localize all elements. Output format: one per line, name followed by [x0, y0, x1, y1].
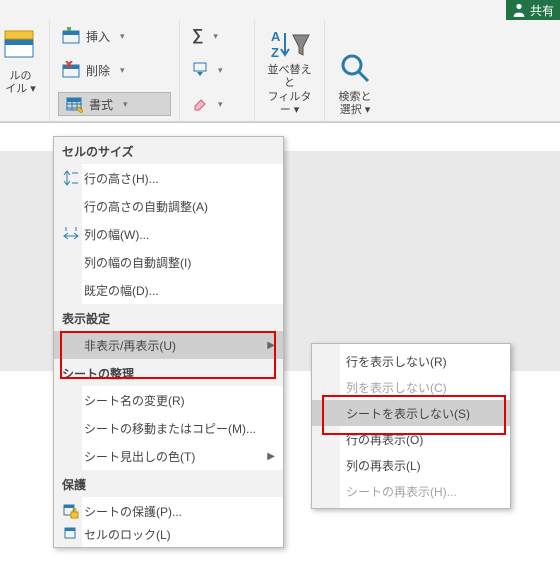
cell-styles-icon[interactable] — [0, 24, 41, 70]
menu-item-label: シートの保護(P)... — [82, 503, 275, 520]
menu-item-default-width[interactable]: 既定の幅(D)... — [54, 276, 283, 304]
submenu-item-unhide-cols[interactable]: 列の再表示(L) — [312, 452, 510, 478]
submenu-arrow-icon: ▶ — [267, 451, 275, 462]
menu-item-label: シートの移動またはコピー(M)... — [82, 420, 275, 437]
menu-item-label: シート名の変更(R) — [82, 392, 275, 409]
menu-item-rename-sheet[interactable]: シート名の変更(R) — [54, 386, 283, 414]
menu-item-label: 列の幅(W)... — [82, 226, 275, 243]
menu-item-row-height[interactable]: 行の高さ(H)... — [54, 164, 283, 192]
menu-item-tab-color[interactable]: シート見出しの色(T) ▶ — [54, 442, 283, 470]
lock-icon — [60, 526, 82, 542]
submenu-item-unhide-rows[interactable]: 行の再表示(O) — [312, 426, 510, 452]
menu-item-label: セルのロック(L) — [82, 526, 275, 543]
menu-item-col-autofit[interactable]: 列の幅の自動調整(I) — [54, 248, 283, 276]
ribbon-group-sort-filter[interactable]: AZ 並べ替えと フィルター ▾ — [255, 20, 325, 121]
menu-section-organize: シートの整理 — [54, 359, 283, 386]
menu-item-label: 列の幅の自動調整(I) — [82, 254, 275, 271]
row-height-icon — [60, 170, 82, 186]
svg-text:A: A — [271, 29, 281, 44]
delete-icon — [62, 61, 80, 79]
share-icon — [512, 3, 526, 17]
submenu-arrow-icon: ▶ — [267, 340, 275, 351]
submenu-item-hide-cols: 列を表示しない(C) — [312, 374, 510, 400]
delete-label: 削除 — [86, 62, 110, 79]
chevron-down-icon: ▾ — [120, 31, 125, 42]
protect-sheet-icon — [60, 503, 82, 519]
chevron-down-icon: ▾ — [123, 99, 128, 110]
sort-filter-icon: AZ — [269, 24, 311, 64]
ribbon-group-editing: ∑▾ ▾ ▾ — [180, 20, 255, 121]
menu-item-move-copy-sheet[interactable]: シートの移動またはコピー(M)... — [54, 414, 283, 442]
fill-button[interactable]: ▾ — [188, 58, 246, 82]
menu-item-label: 非表示/再表示(U) — [82, 337, 267, 354]
chevron-down-icon: ▾ — [218, 99, 223, 110]
submenu-item-label: シートを表示しない(S) — [346, 405, 470, 422]
submenu-item-hide-rows[interactable]: 行を表示しない(R) — [312, 348, 510, 374]
menu-section-protection: 保護 — [54, 470, 283, 497]
chevron-down-icon: ▾ — [213, 31, 218, 42]
menu-section-visibility: 表示設定 — [54, 304, 283, 331]
clear-button[interactable]: ▾ — [188, 92, 246, 116]
share-label: 共有 — [530, 2, 554, 19]
menu-item-protect-sheet[interactable]: シートの保護(P)... — [54, 497, 283, 525]
format-dropdown-menu: セルのサイズ 行の高さ(H)... 行の高さの自動調整(A) 列の幅(W)...… — [53, 136, 284, 548]
find-select-label: 検索と 選択 ▾ — [339, 91, 372, 117]
chevron-down-icon: ▾ — [120, 65, 125, 76]
col-width-icon — [60, 226, 82, 242]
menu-item-row-autofit[interactable]: 行の高さの自動調整(A) — [54, 192, 283, 220]
submenu-item-label: 行を表示しない(R) — [346, 353, 447, 370]
format-button[interactable]: 書式 ▾ — [58, 92, 171, 116]
submenu-item-label: 列を表示しない(C) — [346, 379, 447, 396]
insert-icon — [62, 27, 80, 45]
ribbon-group-styles: ルの イル ▾ — [0, 20, 50, 121]
format-icon — [65, 95, 83, 113]
svg-text:Z: Z — [271, 45, 279, 60]
submenu-item-label: シートの再表示(H)... — [346, 483, 457, 500]
submenu-item-unhide-sheet: シートの再表示(H)... — [312, 478, 510, 504]
format-label: 書式 — [89, 96, 113, 113]
menu-item-label: 行の高さ(H)... — [82, 170, 275, 187]
menu-item-col-width[interactable]: 列の幅(W)... — [54, 220, 283, 248]
fill-down-icon — [192, 62, 208, 78]
insert-button[interactable]: 挿入 ▾ — [58, 24, 171, 48]
eraser-icon — [192, 96, 208, 112]
chevron-down-icon: ▾ — [218, 65, 223, 76]
find-select-icon — [338, 45, 372, 91]
submenu-item-label: 行の再表示(O) — [346, 431, 423, 448]
title-bar-share[interactable]: 共有 — [506, 0, 560, 20]
submenu-item-label: 列の再表示(L) — [346, 457, 421, 474]
cell-styles-label: ルの イル ▾ — [0, 70, 41, 96]
submenu-item-hide-sheet[interactable]: シートを表示しない(S) — [312, 400, 510, 426]
sort-filter-label: 並べ替えと フィルター ▾ — [263, 64, 316, 117]
ribbon-group-cells: 挿入 ▾ 削除 ▾ 書式 ▾ — [50, 20, 180, 121]
menu-item-label: シート見出しの色(T) — [82, 448, 267, 465]
delete-button[interactable]: 削除 ▾ — [58, 58, 171, 82]
ribbon: ルの イル ▾ 挿入▾ 削除▾ 書式▾ ∑▾ ▾ — [0, 20, 560, 122]
menu-item-lock-cell[interactable]: セルのロック(L) — [54, 525, 283, 543]
sigma-icon: ∑ — [192, 27, 203, 45]
menu-item-hide-unhide[interactable]: 非表示/再表示(U) ▶ — [54, 331, 283, 359]
menu-item-label: 行の高さの自動調整(A) — [82, 198, 275, 215]
insert-label: 挿入 — [86, 28, 110, 45]
menu-section-cell-size: セルのサイズ — [54, 137, 283, 164]
menu-item-label: 既定の幅(D)... — [82, 282, 275, 299]
autosum-button[interactable]: ∑▾ — [188, 24, 246, 48]
ribbon-group-find-select[interactable]: 検索と 選択 ▾ — [325, 20, 385, 121]
hide-unhide-submenu: 行を表示しない(R) 列を表示しない(C) シートを表示しない(S) 行の再表示… — [311, 343, 511, 509]
